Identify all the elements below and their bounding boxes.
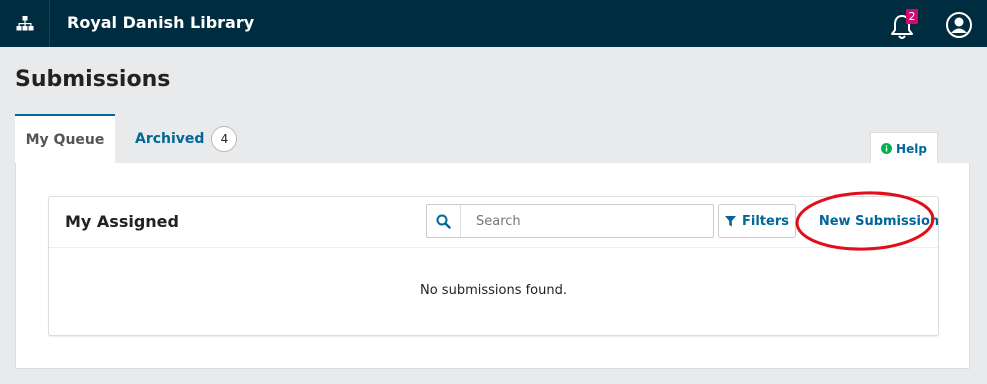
tab-label: Archived — [135, 131, 205, 147]
submissions-list-panel: My Assigned Filters New Submission No su… — [48, 196, 939, 336]
filters-button[interactable]: Filters — [718, 204, 796, 238]
top-nav-bar: Royal Danish Library 2 — [0, 0, 987, 47]
notifications-count-badge: 2 — [906, 9, 918, 24]
list-panel-header: My Assigned Filters New Submission — [49, 197, 939, 248]
notifications-button[interactable]: 2 — [889, 9, 919, 41]
info-icon — [881, 143, 893, 154]
search-icon — [436, 214, 451, 229]
search-button[interactable] — [427, 205, 461, 237]
archived-count-badge: 4 — [211, 126, 238, 152]
page-title: Submissions — [15, 67, 171, 92]
site-title[interactable]: Royal Danish Library — [67, 13, 254, 32]
tab-panel: My Assigned Filters New Submission No su… — [15, 163, 970, 369]
tab-my-queue[interactable]: My Queue — [15, 114, 115, 164]
help-button[interactable]: Help — [870, 132, 938, 164]
tab-label: My Queue — [25, 132, 105, 148]
filters-label: Filters — [742, 213, 789, 229]
search-input[interactable] — [462, 205, 712, 237]
sitemap-button[interactable] — [0, 0, 50, 47]
list-panel-title: My Assigned — [65, 212, 179, 231]
filter-icon — [725, 215, 736, 226]
sitemap-icon — [16, 15, 33, 30]
search-box — [426, 204, 714, 238]
user-menu-button[interactable] — [945, 11, 973, 39]
empty-state-message: No submissions found. — [420, 283, 567, 298]
tab-archived[interactable]: Archived 4 — [135, 126, 238, 152]
help-label: Help — [896, 141, 927, 156]
user-icon — [946, 12, 972, 38]
new-submission-button[interactable]: New Submission — [804, 204, 954, 238]
